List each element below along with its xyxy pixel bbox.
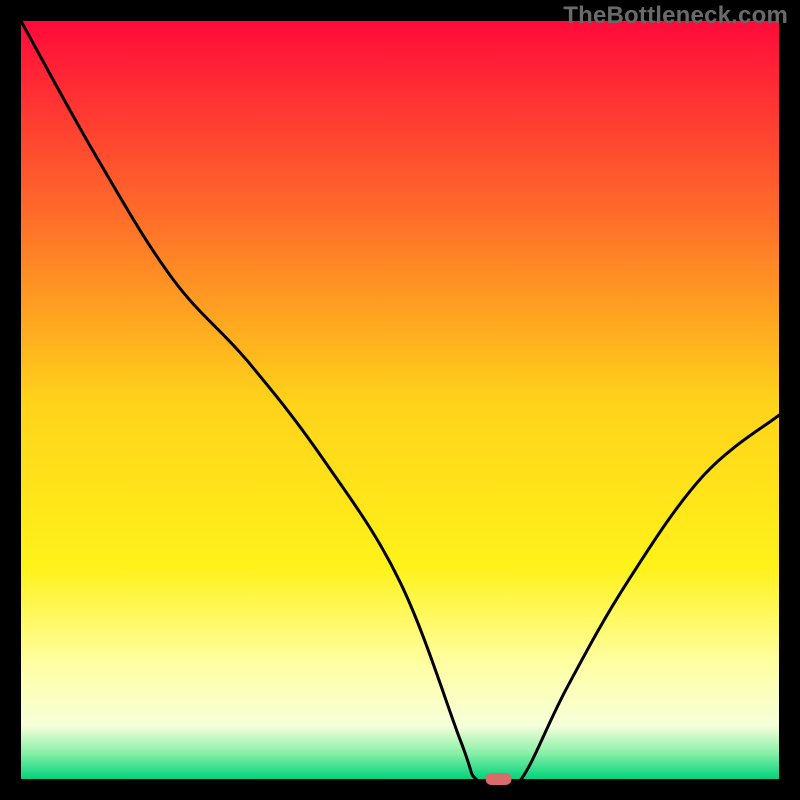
chart-frame: TheBottleneck.com <box>0 0 800 800</box>
optimal-marker <box>486 773 512 785</box>
gradient-background <box>21 21 779 779</box>
watermark-text: TheBottleneck.com <box>563 2 788 30</box>
bottleneck-chart <box>0 0 800 800</box>
